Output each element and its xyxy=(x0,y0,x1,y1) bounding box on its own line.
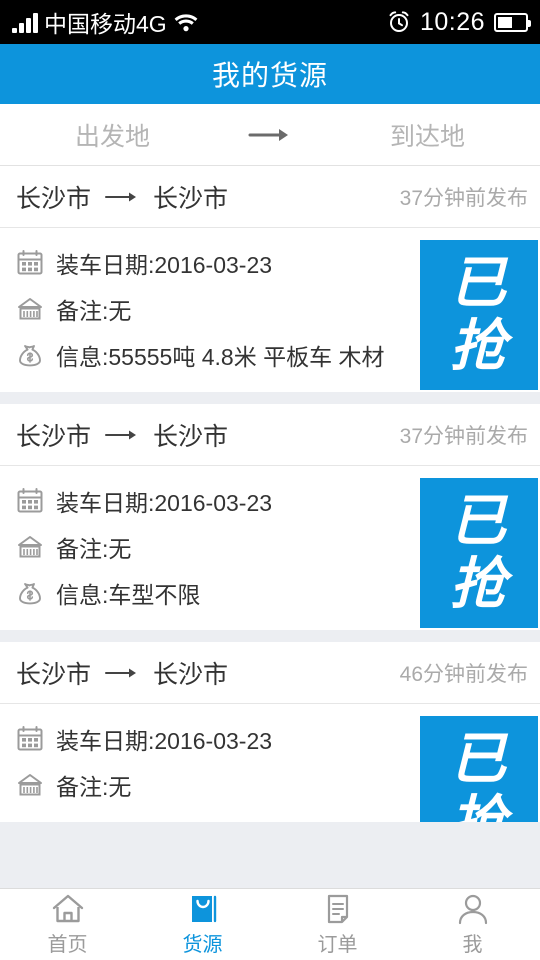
cargo-card[interactable]: 长沙市 长沙市 37分钟前发布装车日期:2016-03-23 备注:无信息:车型不限 已… xyxy=(0,404,540,630)
bottom-tab-bar[interactable]: 首页 货源 订单 我 xyxy=(0,888,540,960)
route-destination: 长沙市 xyxy=(153,660,229,689)
status-bar-right: 10:26 xyxy=(387,8,540,37)
status-bar-left: 中国移动4G xyxy=(0,5,199,39)
route-destination: 长沙市 xyxy=(153,184,229,213)
cargo-card[interactable]: 长沙市 长沙市 46分钟前发布装车日期:2016-03-23 备注:无 已抢 xyxy=(0,642,540,822)
calendar-icon xyxy=(16,487,56,515)
home-icon xyxy=(51,893,85,925)
clock-label: 10:26 xyxy=(419,7,485,36)
tab-orders[interactable]: 订单 xyxy=(270,893,405,957)
route: 长沙市 长沙市 xyxy=(16,417,228,453)
tab-home[interactable]: 首页 xyxy=(0,893,135,957)
arrow-right-icon xyxy=(105,428,139,442)
status-bar: 中国移动4G 10:26 xyxy=(0,0,540,44)
tab-profile-label: 我 xyxy=(462,933,483,956)
posted-time: 37分钟前发布 xyxy=(399,424,528,448)
status-badge-line1: 已 xyxy=(450,727,508,791)
route-origin: 长沙市 xyxy=(16,422,92,451)
cargo-card-header: 长沙市 长沙市 37分钟前发布 xyxy=(0,404,540,466)
route: 长沙市 长沙市 xyxy=(16,179,228,215)
status-badge-line2: 抢 xyxy=(450,790,508,822)
route: 长沙市 长沙市 xyxy=(16,655,228,691)
status-badge-line1: 已 xyxy=(450,251,508,315)
status-badge: 已抢 xyxy=(420,478,538,628)
alarm-clock-icon xyxy=(387,10,411,34)
battery-icon xyxy=(494,12,531,32)
cargo-info-text: 装车日期:2016-03-23 xyxy=(56,728,273,754)
cargo-info-text: 信息:车型不限 xyxy=(56,582,201,608)
container-icon xyxy=(16,295,56,323)
filter-bar: 出发地 到达地 xyxy=(0,104,540,166)
calendar-icon xyxy=(16,249,56,277)
cargo-card-body: 装车日期:2016-03-23 备注:无 已抢 xyxy=(0,704,540,822)
status-badge: 已抢 xyxy=(420,240,538,390)
cargo-card-body: 装车日期:2016-03-23 备注:无信息:车型不限 已抢 xyxy=(0,466,540,630)
cargo-card-header: 长沙市 长沙市 37分钟前发布 xyxy=(0,166,540,228)
bag-icon xyxy=(186,893,220,925)
destination-filter-input[interactable]: 到达地 xyxy=(315,117,540,153)
document-icon xyxy=(321,893,355,925)
signal-bars-icon xyxy=(12,11,38,33)
posted-time: 46分钟前发布 xyxy=(399,662,528,686)
route-origin: 长沙市 xyxy=(16,660,92,689)
status-badge-line1: 已 xyxy=(450,489,508,553)
wifi-icon xyxy=(173,11,199,33)
page-title: 我的货源 xyxy=(211,60,328,91)
carrier-label: 中国移动4G xyxy=(44,11,167,37)
status-badge-line2: 抢 xyxy=(450,314,508,377)
container-icon xyxy=(16,533,56,561)
status-badge-line2: 抢 xyxy=(450,552,508,615)
cargo-card-body: 装车日期:2016-03-23 备注:无信息:55555吨 4.8米 平板车 木材… xyxy=(0,228,540,392)
container-icon xyxy=(16,771,56,799)
arrow-right-icon xyxy=(225,126,315,144)
person-icon xyxy=(456,893,490,925)
cargo-card[interactable]: 长沙市 长沙市 37分钟前发布装车日期:2016-03-23 备注:无信息:55555… xyxy=(0,166,540,392)
cargo-info-text: 备注:无 xyxy=(56,536,132,562)
arrow-right-icon xyxy=(105,190,139,204)
cargo-info-text: 备注:无 xyxy=(56,774,132,800)
tab-orders-label: 订单 xyxy=(317,933,358,956)
calendar-icon xyxy=(16,725,56,753)
cargo-card-header: 长沙市 长沙市 46分钟前发布 xyxy=(0,642,540,704)
route-destination: 长沙市 xyxy=(153,422,229,451)
route-origin: 长沙市 xyxy=(16,184,92,213)
tab-cargo[interactable]: 货源 xyxy=(135,893,270,957)
cargo-info-text: 装车日期:2016-03-23 xyxy=(56,252,273,278)
tab-profile[interactable]: 我 xyxy=(405,893,540,957)
tab-cargo-label: 货源 xyxy=(182,933,223,956)
app-bar: 我的货源 xyxy=(0,44,540,104)
status-badge: 已抢 xyxy=(420,716,538,822)
money-bag-icon xyxy=(16,341,56,369)
tab-home-label: 首页 xyxy=(47,933,88,956)
origin-filter-input[interactable]: 出发地 xyxy=(0,117,225,153)
cargo-list[interactable]: 长沙市 长沙市 37分钟前发布 装车日期:2016-03-23 备注:无 信息:55555… xyxy=(0,166,540,888)
cargo-info-text: 备注:无 xyxy=(56,298,132,324)
cargo-info-text: 信息:55555吨 4.8米 平板车 木材 xyxy=(56,344,385,370)
posted-time: 37分钟前发布 xyxy=(399,186,528,210)
money-bag-icon xyxy=(16,579,56,607)
arrow-right-icon xyxy=(105,666,139,680)
cargo-info-text: 装车日期:2016-03-23 xyxy=(56,490,273,516)
